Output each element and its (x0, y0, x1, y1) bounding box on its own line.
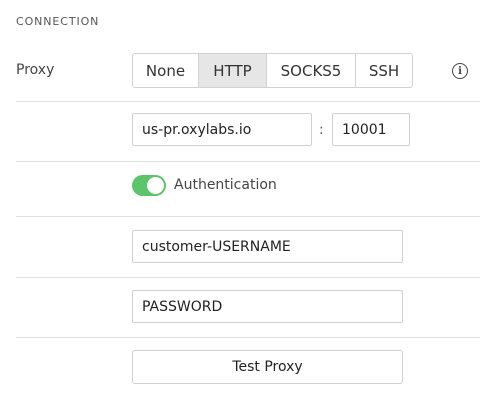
host-port-separator: : (319, 122, 324, 138)
proxy-type-socks5[interactable]: SOCKS5 (267, 54, 356, 87)
divider (16, 337, 480, 338)
proxy-type-ssh[interactable]: SSH (356, 54, 412, 87)
username-input[interactable]: customer-USERNAME (132, 230, 403, 263)
info-icon[interactable]: i (452, 63, 468, 79)
proxy-label: Proxy (16, 62, 55, 78)
section-title: CONNECTION (16, 15, 100, 28)
divider (16, 277, 480, 278)
proxy-type-selector: None HTTP SOCKS5 SSH (132, 53, 413, 88)
password-input[interactable]: PASSWORD (132, 290, 403, 323)
proxy-port-input[interactable]: 10001 (332, 113, 410, 146)
authentication-toggle[interactable] (132, 175, 166, 196)
divider (16, 161, 480, 162)
divider (16, 101, 480, 102)
proxy-type-none[interactable]: None (133, 54, 199, 87)
proxy-host-input[interactable]: us-pr.oxylabs.io (132, 113, 312, 146)
test-proxy-button[interactable]: Test Proxy (132, 350, 403, 384)
divider (16, 216, 480, 217)
toggle-knob (147, 177, 164, 194)
authentication-label: Authentication (174, 177, 277, 193)
proxy-settings-panel: CONNECTION Proxy None HTTP SOCKS5 SSH i … (0, 0, 500, 396)
proxy-type-http[interactable]: HTTP (199, 54, 267, 87)
